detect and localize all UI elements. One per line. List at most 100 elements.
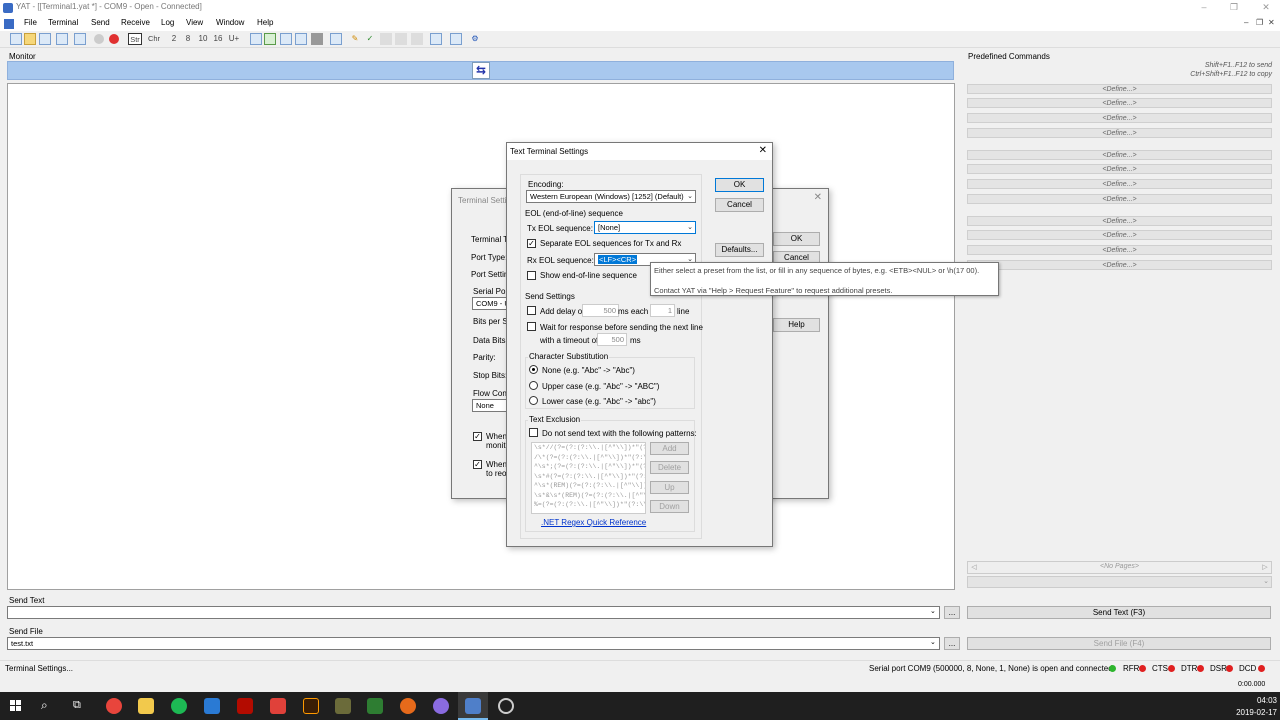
app-green-icon[interactable] [367,698,383,714]
dtr-led-icon[interactable] [1197,665,1204,672]
patterns-textbox[interactable]: \s*//(?=(?:(?:\\.|[^"\\])*"(?:\\.|[^"\\ … [531,442,646,514]
vscode-icon[interactable] [204,698,220,714]
open-icon[interactable] [24,33,36,45]
copy-icon[interactable] [380,33,392,45]
send-text-dropdown-icon[interactable]: ⌄ [930,607,936,615]
windows-start-icon[interactable] [10,700,22,712]
file-explorer-icon[interactable] [138,698,154,714]
line-count-input[interactable]: 1 [650,304,675,317]
show-bidir-icon[interactable] [264,33,276,45]
menu-log[interactable]: Log [161,18,174,27]
dialog-close-icon[interactable]: ✕ [759,145,767,156]
tray-date[interactable]: 2019-02-17 [1236,708,1277,717]
regex-reference-link[interactable]: .NET Regex Quick Reference [541,518,646,527]
send-file-input[interactable]: test.txt [7,637,940,650]
radix-16-button[interactable]: 16 [211,33,225,45]
send-text-browse-button[interactable]: ... [944,606,960,619]
predefined-command-3[interactable]: <Define...> [967,113,1272,123]
send-text-input[interactable] [7,606,940,619]
menu-receive[interactable]: Receive [121,18,150,27]
bg-help-button[interactable]: Help [773,318,820,332]
encoding-select[interactable]: Western European (Windows) [1252] (Defau… [526,190,696,203]
show-tx-icon[interactable] [250,33,262,45]
mdi-minimize-icon[interactable]: – [1244,18,1248,27]
app-orange-icon[interactable] [400,698,416,714]
show-eol-checkbox[interactable] [527,271,536,280]
predefined-command-7[interactable]: <Define...> [967,179,1272,189]
pattern-up-button[interactable]: Up [650,481,689,494]
do-not-send-checkbox[interactable] [529,428,538,437]
wait-response-checkbox[interactable] [527,322,536,331]
bg-when-checkbox-1[interactable]: ✓ [473,432,482,441]
predefined-command-10[interactable]: <Define...> [967,230,1272,240]
predefined-command-9[interactable]: <Define...> [967,216,1272,226]
separate-eol-checkbox[interactable]: ✓ [527,239,536,248]
direction-swap-icon[interactable]: ⇆ [472,62,490,79]
pattern-add-button[interactable]: Add [650,442,689,455]
app-purple-icon[interactable] [433,698,449,714]
close-port-icon[interactable] [109,34,119,44]
predefined-command-5[interactable]: <Define...> [967,150,1272,160]
app-circle-icon[interactable] [498,698,514,714]
add-delay-checkbox[interactable] [527,306,536,315]
check-icon[interactable]: ✓ [364,33,376,45]
save-icon[interactable] [39,33,51,45]
find-icon[interactable] [330,33,342,45]
menu-terminal[interactable]: Terminal [48,18,78,27]
restore-icon[interactable]: ❐ [1222,0,1246,16]
tools-icon[interactable]: ⚙ [469,33,481,45]
send-text-button[interactable]: Send Text (F3) [967,606,1271,619]
bg-dialog-close-icon[interactable]: ✕ [814,192,822,203]
clear-icon[interactable] [411,33,423,45]
mdi-restore-icon[interactable]: ❐ [1256,18,1263,27]
yat-taskbar-button[interactable] [458,692,488,720]
tray-time[interactable]: 04:03 [1247,696,1277,705]
menu-window[interactable]: Window [216,18,244,27]
defaults-button[interactable]: Defaults... [715,243,764,257]
radix-8-button[interactable]: 8 [182,33,194,45]
subst-none-radio[interactable] [529,365,538,374]
subst-upper-radio[interactable] [529,381,538,390]
radix-2-button[interactable]: 2 [168,33,180,45]
send-file-browse-button[interactable]: ... [944,637,960,650]
predefined-command-8[interactable]: <Define...> [967,194,1272,204]
illustrator-icon[interactable] [303,698,319,714]
app-olive-icon[interactable] [335,698,351,714]
spotify-icon[interactable] [171,698,187,714]
minimize-icon[interactable]: – [1192,0,1216,16]
radix-str-button[interactable]: Str [128,33,142,45]
send-file-button[interactable]: Send File (F4) [967,637,1271,650]
timeout-input[interactable]: 500 [597,333,627,346]
pattern-delete-button[interactable]: Delete [650,461,689,474]
radix-chr-button[interactable]: Chr [147,33,161,45]
radix-unicode-button[interactable]: U+ [227,33,241,45]
predefined-command-4[interactable]: <Define...> [967,128,1272,138]
predefined-command-6[interactable]: <Define...> [967,164,1272,174]
subst-lower-radio[interactable] [529,396,538,405]
terminal-settings-icon[interactable] [74,33,86,45]
predefined-command-2[interactable]: <Define...> [967,98,1272,108]
acrobat-icon[interactable] [237,698,253,714]
menu-file[interactable]: File [24,18,37,27]
rfr-led-icon[interactable] [1139,665,1146,672]
mdi-close-icon[interactable]: ✕ [1268,18,1275,27]
bg-ok-button[interactable]: OK [773,232,820,246]
edit-icon[interactable]: ✎ [349,33,361,45]
predefined-command-11[interactable]: <Define...> [967,245,1272,255]
delay-input[interactable]: 500 [582,304,619,317]
radix-10-button[interactable]: 10 [196,33,210,45]
chrome-icon[interactable] [106,698,122,714]
search-icon[interactable]: ⌕ [41,698,48,713]
paste-icon[interactable] [395,33,407,45]
log-icon[interactable] [430,33,442,45]
predefined-command-1[interactable]: <Define...> [967,84,1272,94]
bg-when-checkbox-2[interactable]: ✓ [473,460,482,469]
close-icon[interactable]: ✕ [1254,0,1278,16]
menu-view[interactable]: View [186,18,203,27]
cancel-button[interactable]: Cancel [715,198,764,212]
layout-icon[interactable] [295,33,307,45]
print-icon[interactable] [311,33,323,45]
ok-button[interactable]: OK [715,178,764,192]
open-port-icon[interactable] [94,34,104,44]
send-file-dropdown-icon[interactable]: ⌄ [930,638,936,646]
